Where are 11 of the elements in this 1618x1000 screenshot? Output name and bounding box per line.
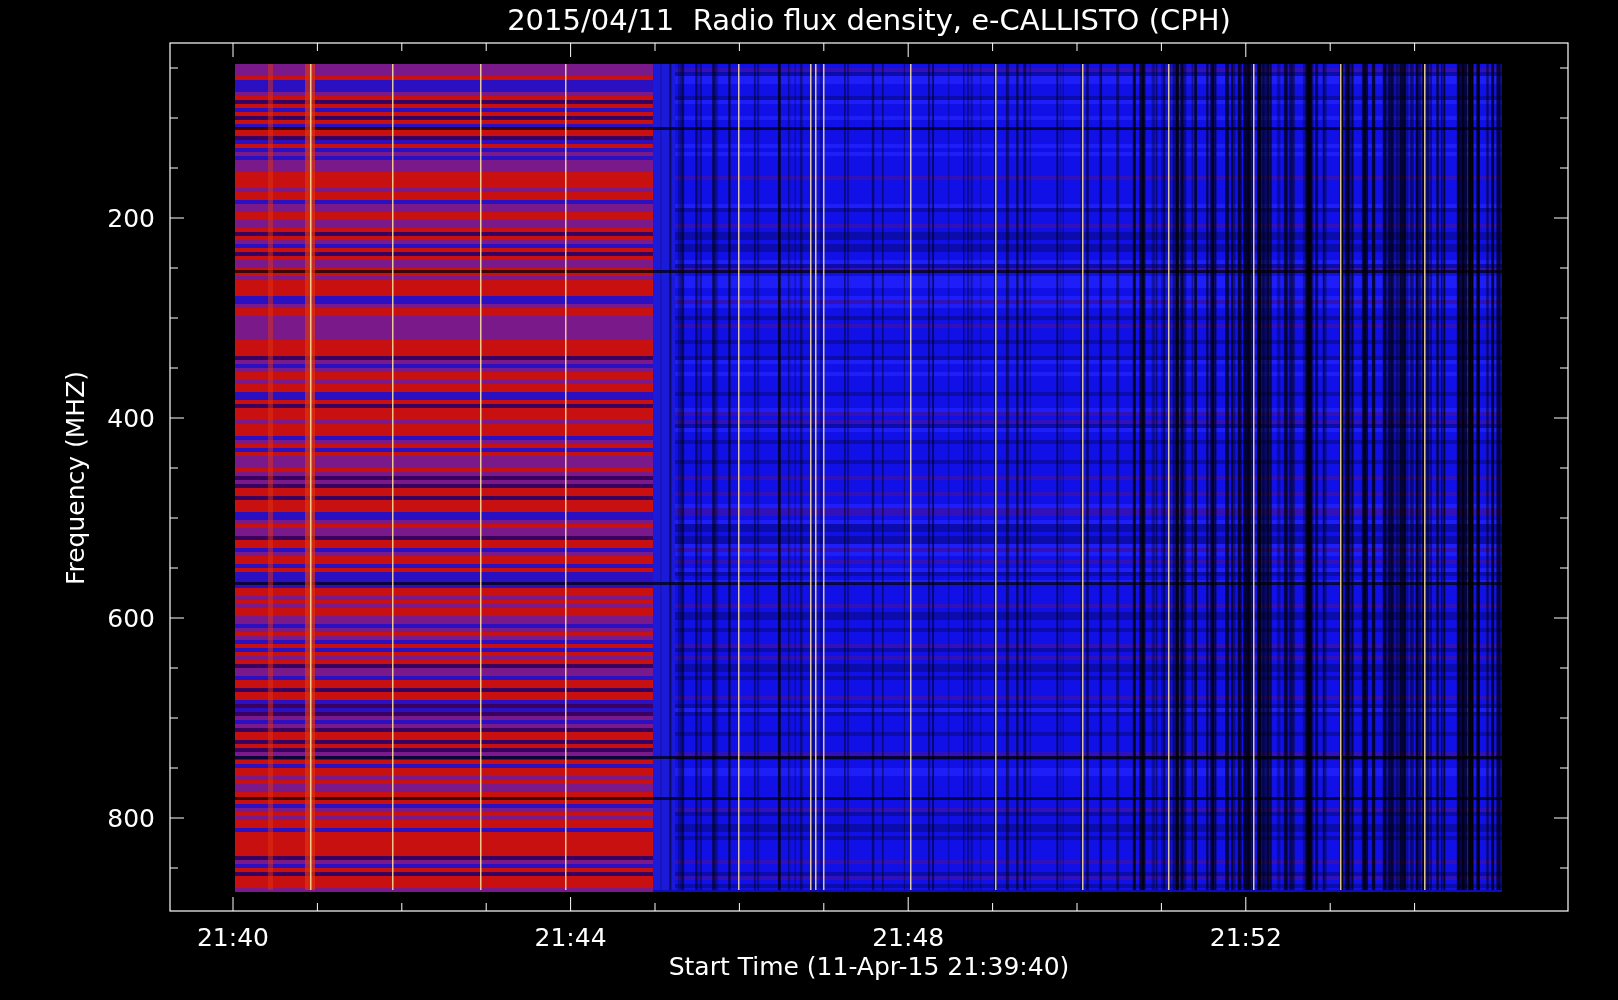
x-tick-label: 21:52: [1209, 923, 1282, 952]
chart-title: 2015/04/11 Radio flux density, e-CALLISTO (CPH): [507, 3, 1231, 37]
y-tick-label: 200: [107, 204, 155, 233]
y-tick-label: 800: [107, 804, 155, 833]
y-tick-label: 600: [107, 604, 155, 633]
x-tick-label: 21:40: [197, 923, 269, 952]
y-axis-title: Frequency (MHZ): [61, 370, 90, 586]
x-tick-label: 21:44: [534, 923, 607, 952]
y-tick-label: 400: [107, 404, 155, 433]
x-axis-title: Start Time (11-Apr-15 21:39:40): [668, 952, 1070, 981]
x-tick-label: 21:48: [872, 923, 945, 952]
